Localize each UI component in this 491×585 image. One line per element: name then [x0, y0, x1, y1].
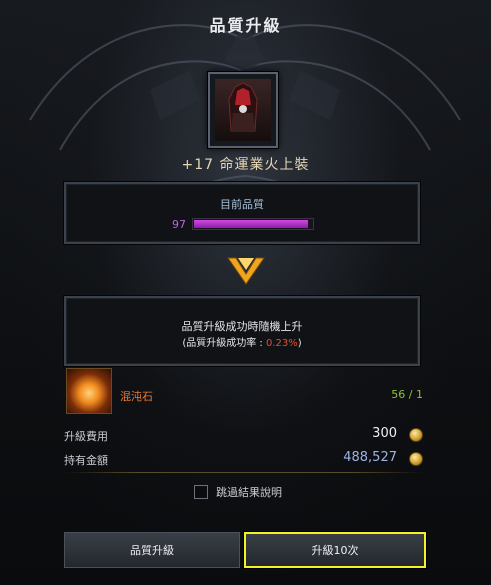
success-rate-suffix: ) [297, 338, 302, 349]
material-count: 56 / 1 [391, 388, 423, 401]
upgrade-cost-value: 300 [372, 426, 397, 441]
gold-coin-icon [409, 428, 423, 442]
upgrade-cost-label: 升級費用 [64, 430, 108, 443]
skip-result-option[interactable]: 跳過結果說明 [194, 484, 282, 500]
skip-result-checkbox[interactable] [194, 485, 208, 499]
quality-upgrade-panel: 品質升級 +17 命運業火上裝 目前品質 97 品質升級成功時隨機上升 (品質升… [0, 0, 491, 585]
quality-progress-bar [192, 218, 314, 230]
success-rate-prefix: (品質升級成功率 : [182, 338, 266, 349]
description-line: 品質升級成功時隨機上升 [181, 320, 303, 333]
quality-label: 目前品質 [220, 198, 264, 211]
gold-coin-icon [409, 452, 423, 466]
material-name: 混沌石 [120, 390, 153, 403]
item-slot[interactable] [208, 72, 278, 148]
skip-result-label: 跳過結果說明 [216, 486, 282, 499]
upgrade-once-button[interactable]: 品質升級 [64, 532, 240, 568]
red-armor-chest-icon [215, 79, 271, 141]
upgrade-description-box: 品質升級成功時隨機上升 (品質升級成功率 : 0.23%) [64, 296, 420, 366]
quality-value: 97 [172, 218, 186, 231]
owned-gold-value: 488,527 [343, 450, 397, 465]
owned-gold-label: 持有金額 [64, 454, 108, 467]
chevron-down-icon [227, 257, 265, 285]
success-rate-value: 0.23% [265, 338, 298, 349]
item-name: +17 命運業火上裝 [181, 157, 310, 173]
window-title: 品質升級 [209, 16, 282, 35]
success-rate-line: (品質升級成功率 : 0.23%) [66, 334, 418, 349]
upgrade-ten-button[interactable]: 升級10次 [244, 532, 426, 568]
divider [64, 472, 424, 473]
chaos-stone-icon[interactable] [66, 368, 112, 414]
current-quality-box: 目前品質 97 [64, 182, 420, 244]
quality-progress-fill [194, 220, 308, 228]
